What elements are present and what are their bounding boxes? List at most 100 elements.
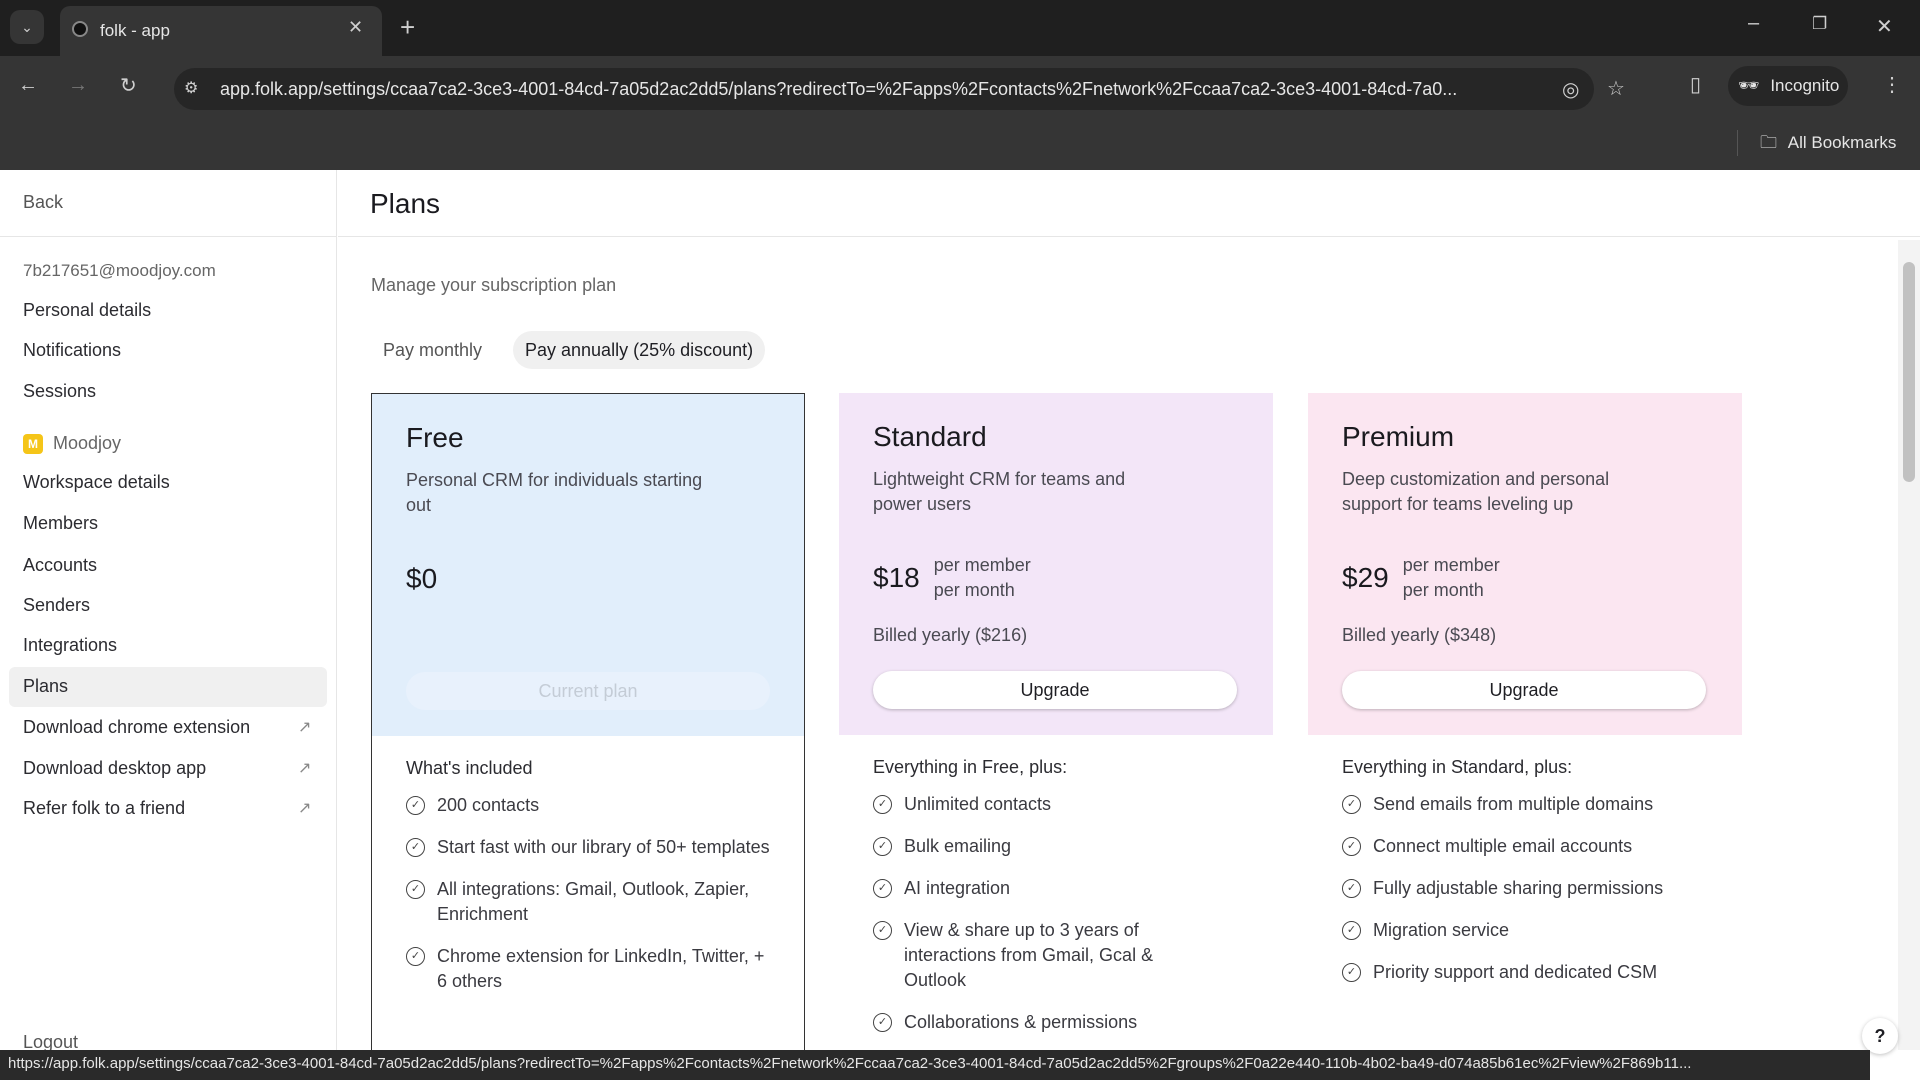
browser-tab-bar: ⌄ folk - app ✕ + – ❐ ✕ bbox=[0, 0, 1920, 56]
check-circle-icon: ✓ bbox=[406, 947, 425, 966]
account-email: 7b217651@moodjoy.com bbox=[23, 261, 216, 280]
check-circle-icon: ✓ bbox=[1342, 921, 1361, 940]
url-text[interactable]: app.folk.app/settings/ccaa7ca2-3ce3-4001… bbox=[220, 79, 1510, 100]
feature-text: Chrome extension for LinkedIn, Twitter, … bbox=[437, 946, 765, 991]
sidebar-item-plans[interactable]: Plans bbox=[23, 676, 68, 697]
feature-text: Unlimited contacts bbox=[904, 794, 1052, 814]
plan-name: Free bbox=[406, 422, 464, 453]
plan-card-header: Standard Lightweight CRM for teams and p… bbox=[839, 393, 1273, 735]
current-plan-button: Current plan bbox=[406, 672, 770, 710]
sidebar-item-refer-friend[interactable]: Refer folk to a friend bbox=[23, 798, 185, 819]
plan-card-premium: Premium Deep customization and personal … bbox=[1308, 393, 1742, 1053]
feature-item: ✓ Unlimited contacts bbox=[873, 792, 1239, 817]
sidebar-item-sessions[interactable]: Sessions bbox=[23, 381, 96, 402]
check-circle-icon: ✓ bbox=[406, 796, 425, 815]
sidebar-item-members[interactable]: Members bbox=[23, 513, 98, 534]
sidebar-item-download-desktop-app[interactable]: Download desktop app bbox=[23, 758, 206, 779]
check-circle-icon: ✓ bbox=[406, 838, 425, 857]
new-tab-icon[interactable]: + bbox=[400, 12, 415, 43]
address-bar[interactable]: ⚙ app.folk.app/settings/ccaa7ca2-3ce3-40… bbox=[174, 68, 1625, 110]
feature-item: ✓ Collaborations & permissions bbox=[873, 1010, 1239, 1035]
status-bar-url: https://app.folk.app/settings/ccaa7ca2-3… bbox=[0, 1050, 1870, 1080]
plan-features: Everything in Free, plus: ✓ Unlimited con… bbox=[839, 735, 1273, 1035]
price-unit: per member bbox=[933, 555, 1031, 575]
bookmark-star-icon[interactable]: ☆ bbox=[1607, 76, 1625, 101]
feature-text: Bulk emailing bbox=[904, 836, 1012, 856]
feature-item: ✓ Chrome extension for LinkedIn, Twitter,… bbox=[406, 944, 770, 994]
sidebar-item-senders[interactable]: Senders bbox=[23, 595, 90, 616]
check-circle-icon: ✓ bbox=[873, 837, 892, 856]
feature-item: ✓ Priority support and dedicated CSM bbox=[1342, 960, 1708, 985]
feature-text: Start fast with our library of 50+ templ… bbox=[437, 837, 770, 857]
billed-yearly: Billed yearly ($348) bbox=[1342, 625, 1497, 645]
upgrade-premium-button[interactable]: Upgrade bbox=[1342, 671, 1706, 709]
close-window-icon[interactable]: ✕ bbox=[1876, 14, 1893, 39]
tab-list-dropdown-icon[interactable]: ⌄ bbox=[10, 10, 44, 44]
sidebar-item-workspace-details[interactable]: Workspace details bbox=[23, 472, 170, 493]
billed-yearly: Billed yearly ($216) bbox=[873, 625, 1028, 645]
feature-item: ✓ Bulk emailing bbox=[873, 834, 1239, 859]
feature-item: ✓ Fully adjustable sharing permissions bbox=[1342, 876, 1708, 901]
plan-features: What's included ✓ 200 contacts ✓ Start fas… bbox=[372, 736, 804, 994]
help-button[interactable]: ? bbox=[1862, 1018, 1898, 1054]
feature-text: Connect multiple email accounts bbox=[1373, 836, 1633, 856]
page-header: Plans bbox=[338, 170, 1920, 237]
feature-item: ✓ 200 contacts bbox=[406, 793, 770, 818]
plan-price: $0 bbox=[406, 563, 438, 594]
all-bookmarks-button[interactable]: 🗀 All Bookmarks bbox=[1760, 130, 1896, 159]
feature-text: All integrations: Gmail, Outlook, Zapier… bbox=[437, 879, 750, 924]
minimize-icon[interactable]: – bbox=[1748, 12, 1759, 35]
check-circle-icon: ✓ bbox=[406, 880, 425, 899]
scrollbar[interactable] bbox=[1898, 240, 1920, 1050]
external-link-icon: ↗ bbox=[298, 719, 312, 736]
check-circle-icon: ✓ bbox=[1342, 795, 1361, 814]
menu-icon[interactable]: ⋮ bbox=[1882, 72, 1902, 97]
browser-tab[interactable]: folk - app ✕ bbox=[60, 6, 382, 56]
settings-sidebar: Back 7b217651@moodjoy.com Personal detai… bbox=[0, 170, 337, 1052]
close-tab-icon[interactable]: ✕ bbox=[348, 17, 363, 38]
feature-text: 200 contacts bbox=[437, 795, 540, 815]
feature-text: Collaborations & permissions bbox=[904, 1012, 1138, 1032]
reload-icon[interactable]: ↻ bbox=[120, 73, 137, 98]
price-period: per month bbox=[933, 580, 1015, 600]
page-title: Plans bbox=[370, 188, 441, 219]
restore-icon[interactable]: ❐ bbox=[1812, 14, 1827, 34]
bookmarks-bar: 🗀 All Bookmarks bbox=[0, 116, 1920, 170]
sidebar-item-download-chrome-extension[interactable]: Download chrome extension bbox=[23, 717, 250, 738]
side-panel-icon[interactable]: ▯ bbox=[1690, 72, 1701, 97]
check-circle-icon: ✓ bbox=[873, 795, 892, 814]
sidebar-item-personal-details[interactable]: Personal details bbox=[23, 300, 151, 321]
plan-description: Lightweight CRM for teams and power user… bbox=[873, 469, 1126, 514]
incognito-badge[interactable]: 🕶 Incognito bbox=[1728, 66, 1848, 106]
feature-item: ✓ Migration service bbox=[1342, 918, 1708, 943]
check-circle-icon: ✓ bbox=[1342, 963, 1361, 982]
back-link[interactable]: Back bbox=[23, 192, 63, 213]
eye-off-icon[interactable]: ◎ bbox=[1562, 77, 1579, 102]
forward-icon[interactable]: → bbox=[68, 74, 88, 97]
favicon-icon bbox=[72, 21, 88, 37]
feature-text: Priority support and dedicated CSM bbox=[1373, 962, 1658, 982]
sidebar-item-notifications[interactable]: Notifications bbox=[23, 340, 121, 361]
feature-item: ✓ View & share up to 3 years of interacti… bbox=[873, 918, 1173, 993]
feature-text: View & share up to 3 years of interactio… bbox=[904, 920, 1154, 990]
incognito-label: Incognito bbox=[1770, 76, 1840, 95]
upgrade-standard-button[interactable]: Upgrade bbox=[873, 671, 1237, 709]
plan-price: $29 bbox=[1342, 562, 1389, 593]
all-bookmarks-label: All Bookmarks bbox=[1787, 133, 1897, 152]
folder-icon: 🗀 bbox=[1760, 133, 1777, 152]
scrollbar-thumb[interactable] bbox=[1903, 262, 1915, 482]
feature-item: ✓ All integrations: Gmail, Outlook, Zapie… bbox=[406, 877, 770, 927]
plan-name: Standard bbox=[873, 421, 987, 452]
site-info-icon[interactable]: ⚙ bbox=[184, 78, 198, 98]
features-title: What's included bbox=[406, 758, 533, 778]
back-icon[interactable]: ← bbox=[18, 74, 38, 97]
check-circle-icon: ✓ bbox=[1342, 837, 1361, 856]
plan-name: Premium bbox=[1342, 421, 1455, 452]
pay-monthly-toggle[interactable]: Pay monthly bbox=[383, 340, 482, 361]
sidebar-item-accounts[interactable]: Accounts bbox=[23, 555, 97, 576]
check-circle-icon: ✓ bbox=[1342, 879, 1361, 898]
pay-annually-toggle[interactable]: Pay annually (25% discount) bbox=[513, 331, 766, 369]
sidebar-item-integrations[interactable]: Integrations bbox=[23, 635, 117, 656]
feature-text: AI integration bbox=[904, 878, 1011, 898]
divider bbox=[1737, 130, 1738, 156]
